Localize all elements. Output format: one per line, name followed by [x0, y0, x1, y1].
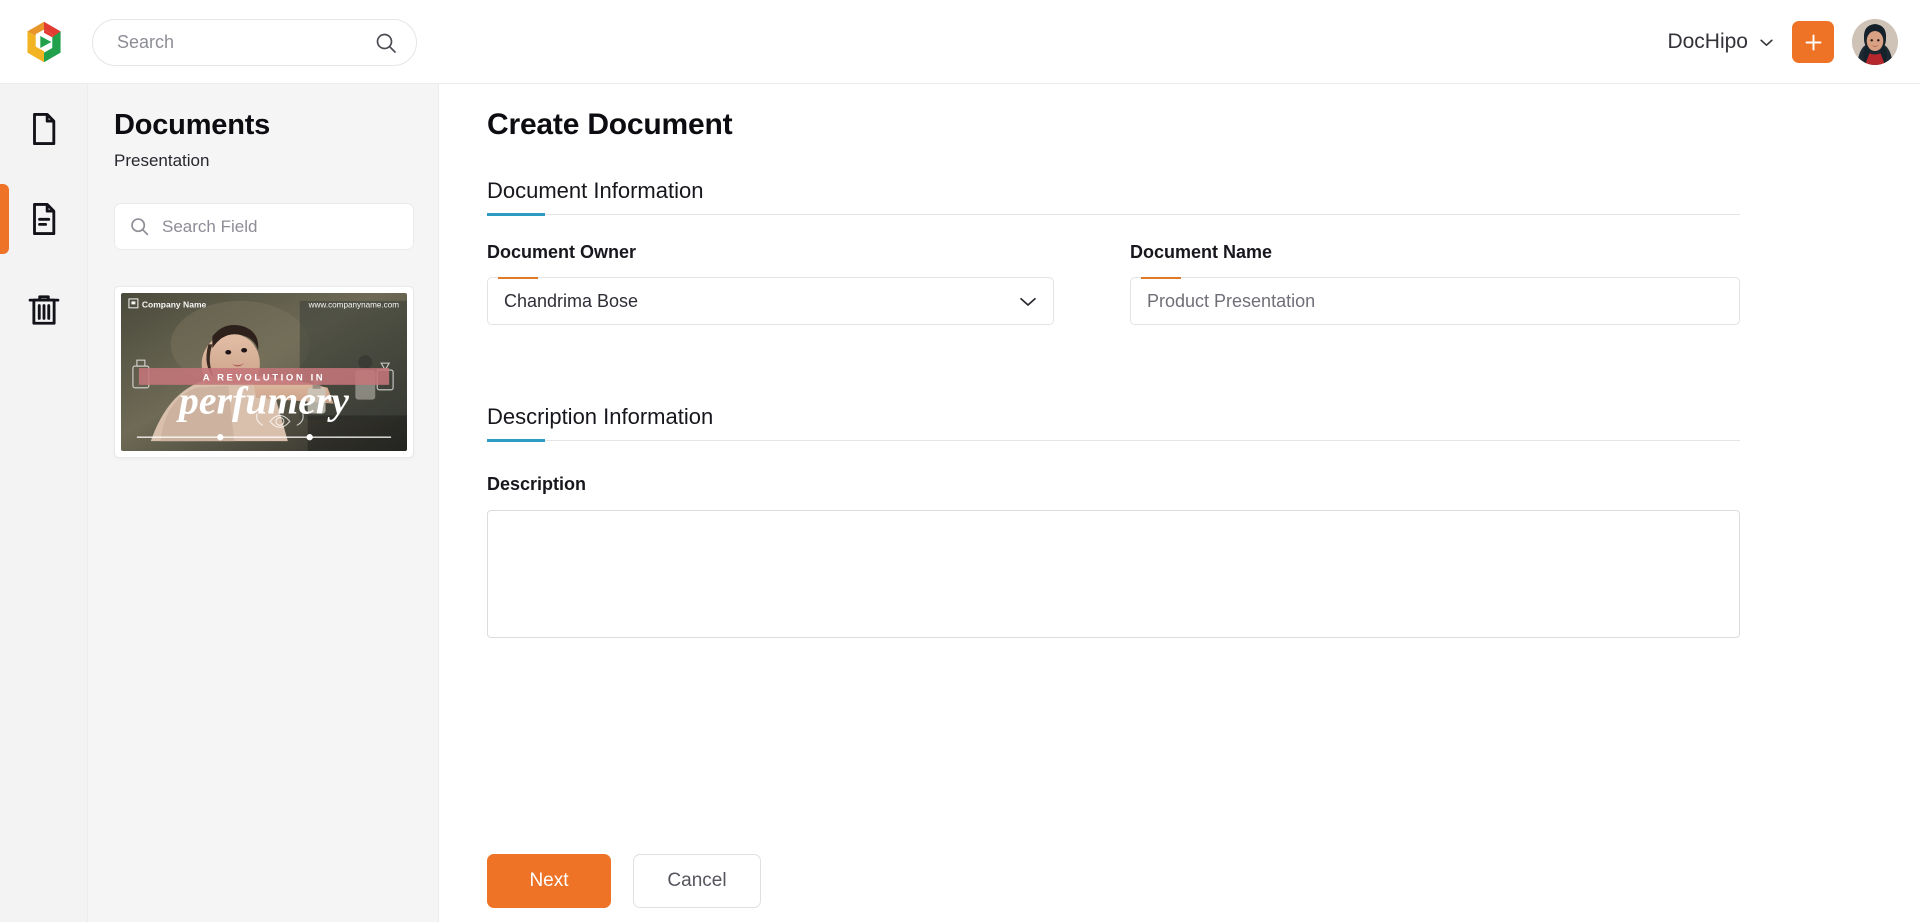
document-owner-value: Chandrima Bose [504, 291, 1019, 312]
sidebar-search-input[interactable] [162, 217, 399, 237]
document-owner-select[interactable]: Chandrima Bose [487, 277, 1054, 325]
description-textarea[interactable] [488, 511, 1739, 637]
workspace-name: DocHipo [1667, 30, 1748, 54]
create-new-button[interactable] [1792, 21, 1834, 63]
top-navigation-bar: DocHipo [0, 0, 1920, 84]
sidebar-subtitle: Presentation [114, 151, 209, 171]
document-name-field: Document Name [1130, 242, 1740, 325]
thumbnail-image: Company Name www.companyname.com A REVOL… [121, 293, 407, 451]
top-bar-right-controls: DocHipo [1667, 0, 1898, 84]
user-avatar[interactable] [1852, 19, 1898, 65]
document-owner-field: Document Owner Chandrima Bose [487, 242, 1054, 325]
chevron-down-icon [1019, 296, 1037, 307]
search-icon [129, 216, 150, 237]
plus-icon [1803, 32, 1824, 53]
sidebar-title: Documents [114, 109, 270, 142]
perfumery-template-preview: Company Name www.companyname.com A REVOL… [121, 293, 407, 451]
chevron-down-icon [1759, 38, 1774, 47]
global-search-box[interactable] [92, 19, 417, 66]
document-name-input[interactable] [1147, 291, 1723, 312]
sidebar-item-blank-document[interactable] [0, 84, 88, 174]
section-description-information: Description Information [487, 404, 1740, 441]
document-name-input-wrapper[interactable] [1130, 277, 1740, 325]
page-title: Create Document [487, 108, 732, 142]
workspace-switcher[interactable]: DocHipo [1667, 30, 1774, 54]
app-logo[interactable] [0, 0, 88, 84]
document-text-icon [25, 200, 63, 238]
section-document-information: Document Information [487, 178, 1740, 215]
section-heading: Description Information [487, 404, 1740, 441]
documents-sidebar-panel: Documents Presentation [88, 84, 439, 922]
active-indicator [0, 184, 9, 254]
svg-text:www.companyname.com: www.companyname.com [308, 300, 400, 309]
form-action-buttons: Next Cancel [487, 854, 761, 908]
sidebar-search-box[interactable] [114, 203, 414, 250]
sidebar-item-my-documents[interactable] [0, 174, 88, 264]
avatar-image [1852, 19, 1898, 65]
section-heading: Document Information [487, 178, 1740, 215]
description-textarea-wrapper[interactable] [487, 510, 1740, 638]
search-icon [374, 31, 398, 55]
cancel-button[interactable]: Cancel [633, 854, 761, 908]
left-icon-rail [0, 84, 88, 922]
document-name-label: Document Name [1130, 242, 1740, 263]
main-content-area: Create Document Document Information Doc… [439, 84, 1920, 922]
next-button[interactable]: Next [487, 854, 611, 908]
svg-text:Company Name: Company Name [142, 299, 207, 309]
description-label: Description [487, 474, 586, 495]
document-blank-icon [25, 110, 63, 148]
global-search-input[interactable] [117, 32, 374, 53]
svg-text:perfumery: perfumery [176, 379, 349, 423]
document-owner-label: Document Owner [487, 242, 1054, 263]
trash-icon [25, 290, 63, 328]
dochipo-logo-icon [21, 19, 67, 65]
document-thumbnail-card[interactable]: Company Name www.companyname.com A REVOL… [114, 286, 414, 458]
sidebar-item-trash[interactable] [0, 264, 88, 354]
description-label-wrap: Description [487, 474, 586, 495]
